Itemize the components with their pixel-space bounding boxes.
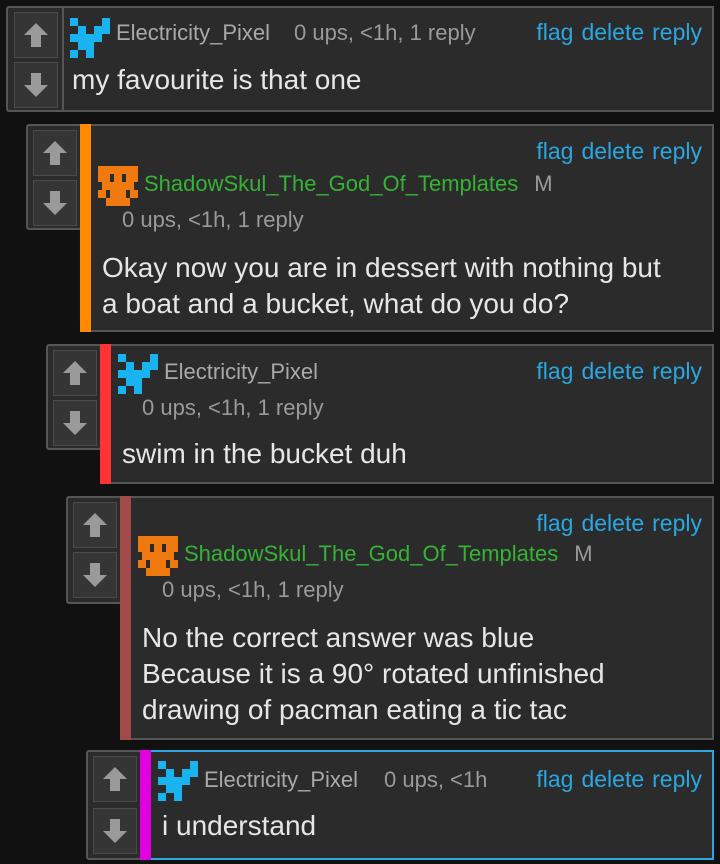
delete-link[interactable]: delete [581,766,644,792]
delete-link[interactable]: delete [581,358,644,384]
comment-meta: 0 ups, <1h, 1 reply [142,395,324,420]
username-link[interactable]: Electricity_Pixel [204,767,358,793]
comment-text: swim in the bucket duh [122,438,407,469]
delete-link[interactable]: delete [581,19,644,45]
reply-link[interactable]: reply [652,138,702,164]
comment-actions: flag delete reply [528,510,702,537]
moderator-badge: M [534,171,553,196]
comment-panel: Electricity_Pixel 0 ups, <1h, 1 reply fl… [62,6,714,112]
username-text: ShadowSkul_The_God_Of_Templates [144,171,519,196]
comment-panel-highlighted: Electricity_Pixel 0 ups, <1h flag delete r… [140,750,714,860]
vote-controls [46,344,102,450]
arrow-down-icon [43,191,67,215]
reply-link[interactable]: reply [652,358,702,384]
username-link[interactable]: Electricity_Pixel [116,20,270,46]
upvote-button[interactable] [73,502,117,548]
arrow-up-icon [103,767,127,791]
downvote-button[interactable] [14,62,58,108]
blue-pixel-avatar-icon[interactable] [118,354,158,394]
arrow-down-icon [103,819,127,843]
blue-pixel-avatar-icon[interactable] [70,18,110,58]
username-link[interactable]: ShadowSkul_The_God_Of_Templates M [184,541,593,567]
comment-actions: flag delete reply [528,19,702,46]
username-link[interactable]: ShadowSkul_The_God_Of_Templates M [144,171,553,197]
upvote-button[interactable] [33,130,77,176]
reply-link[interactable]: reply [652,510,702,536]
flag-link[interactable]: flag [536,766,573,792]
comment-text: Okay now you are in dessert with nothing… [102,250,661,322]
downvote-button[interactable] [73,552,117,598]
upvote-button[interactable] [14,12,58,58]
depth-stripe [120,496,131,740]
comment-text: i understand [162,810,317,841]
comment-panel: Electricity_Pixel flag delete reply 0 ups,… [100,344,714,484]
moderator-badge: M [574,541,593,566]
delete-link[interactable]: delete [581,138,644,164]
username-text: ShadowSkul_The_God_Of_Templates [184,541,559,566]
delete-link[interactable]: delete [581,510,644,536]
reply-link[interactable]: reply [652,766,702,792]
comment: Electricity_Pixel flag delete reply 0 ups,… [46,344,714,484]
comment-text: my favourite is that one [72,64,362,95]
orange-skull-avatar-icon[interactable] [98,166,138,206]
flag-link[interactable]: flag [536,358,573,384]
comment-text-line: Because it is a 90° rotated unfinished [142,658,605,689]
comment-text-line: Okay now you are in dessert with nothing… [102,252,661,283]
blue-pixel-avatar-icon[interactable] [158,761,198,801]
flag-link[interactable]: flag [536,510,573,536]
reply-link[interactable]: reply [652,19,702,45]
arrow-up-icon [83,513,107,537]
depth-stripe [100,344,111,484]
comment-meta: 0 ups, <1h, 1 reply [122,207,304,232]
comment: Electricity_Pixel 0 ups, <1h, 1 reply fl… [6,6,714,112]
depth-stripe [140,750,151,860]
vote-controls [66,496,122,604]
downvote-button[interactable] [53,400,97,446]
arrow-down-icon [24,73,48,97]
flag-link[interactable]: flag [536,138,573,164]
comment-text: No the correct answer was blue Because i… [142,620,605,728]
orange-skull-avatar-icon[interactable] [138,536,178,576]
username-link[interactable]: Electricity_Pixel [164,359,318,385]
arrow-down-icon [63,411,87,435]
comment-panel: flag delete reply ShadowSkul_The_God_Of_Te… [80,124,714,332]
flag-link[interactable]: flag [536,19,573,45]
comment-text-line: a boat and a bucket, what do you do? [102,288,570,319]
upvote-button[interactable] [53,350,97,396]
downvote-button[interactable] [33,180,77,226]
comment-text-line: No the correct answer was blue [142,622,535,653]
comment-actions: flag delete reply [528,766,702,793]
comment: Electricity_Pixel 0 ups, <1h flag delete r… [86,750,714,860]
arrow-down-icon [83,563,107,587]
vote-controls [6,6,64,112]
comment-actions: flag delete reply [528,358,702,385]
comment-actions: flag delete reply [528,138,702,165]
comment: flag delete reply ShadowSkul_The_God_Of_Te… [26,124,714,332]
depth-stripe [80,124,91,332]
comment: flag delete reply ShadowSkul_The_God_Of_Te… [66,496,714,740]
comment-meta: 0 ups, <1h, 1 reply [294,20,476,45]
comment-text-line: drawing of pacman eating a tic tac [142,694,567,725]
upvote-button[interactable] [93,756,137,802]
comment-panel: flag delete reply ShadowSkul_The_God_Of_Te… [120,496,714,740]
comment-meta: 0 ups, <1h, 1 reply [162,577,344,602]
arrow-up-icon [43,141,67,165]
vote-controls [86,750,142,860]
comment-meta: 0 ups, <1h [384,767,488,792]
arrow-up-icon [63,361,87,385]
downvote-button[interactable] [93,808,137,854]
arrow-up-icon [24,23,48,47]
vote-controls [26,124,82,230]
